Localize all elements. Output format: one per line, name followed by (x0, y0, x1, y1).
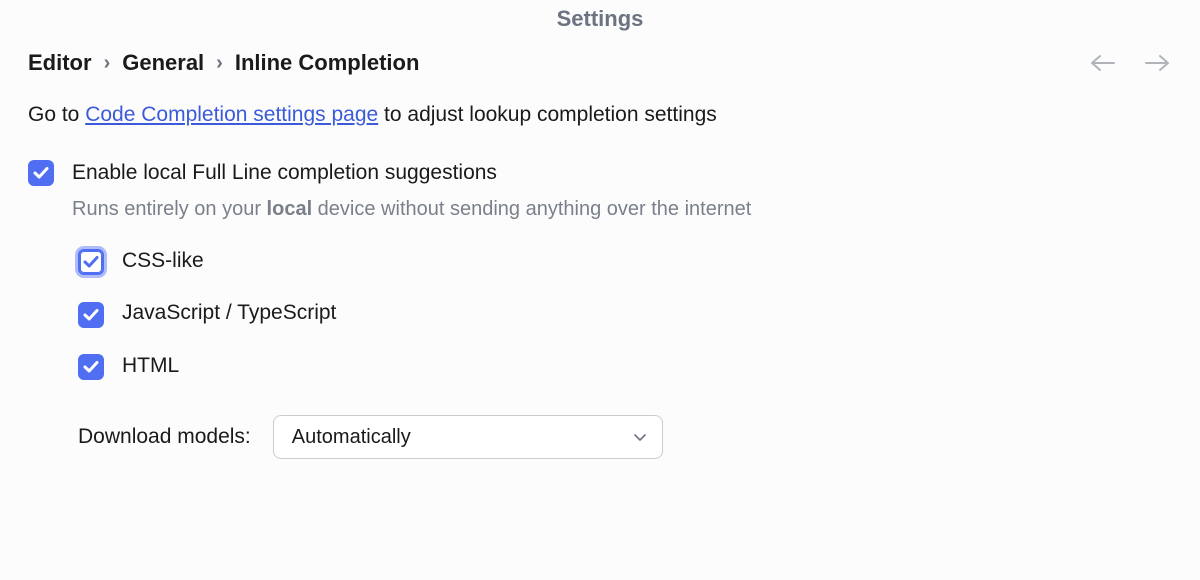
breadcrumb-general[interactable]: General (122, 50, 204, 76)
intro-text: Go to Code Completion settings page to a… (28, 100, 1172, 130)
back-arrow-icon[interactable] (1088, 53, 1116, 73)
download-models-label: Download models: (78, 422, 251, 452)
intro-suffix: to adjust lookup completion settings (378, 103, 717, 126)
lang-html-label: HTML (122, 351, 179, 381)
breadcrumb-separator: › (104, 52, 111, 75)
header-row: Editor › General › Inline Completion (0, 50, 1200, 100)
enable-fullline-row: Enable local Full Line completion sugges… (28, 158, 1172, 188)
breadcrumb-separator: › (216, 52, 223, 75)
download-models-value: Automatically (292, 423, 411, 452)
lang-js-row: JavaScript / TypeScript (78, 298, 1172, 328)
fullline-desc-prefix: Runs entirely on your (72, 198, 267, 220)
download-models-row: Download models: Automatically (78, 415, 1172, 459)
nav-arrows (1088, 53, 1172, 73)
lang-css-row: CSS-like (78, 246, 1172, 276)
forward-arrow-icon[interactable] (1144, 53, 1172, 73)
breadcrumb: Editor › General › Inline Completion (28, 50, 419, 76)
lang-js-checkbox[interactable] (78, 302, 104, 328)
content-area: Go to Code Completion settings page to a… (0, 100, 1200, 459)
language-checkboxes: CSS-like JavaScript / TypeScript HTML (78, 246, 1172, 381)
breadcrumb-editor[interactable]: Editor (28, 50, 92, 76)
chevron-down-icon (632, 429, 648, 445)
fullline-desc-suffix: device without sending anything over the… (312, 198, 751, 220)
download-models-select[interactable]: Automatically (273, 415, 663, 459)
fullline-description: Runs entirely on your local device witho… (72, 195, 1172, 224)
breadcrumb-inline-completion: Inline Completion (235, 50, 420, 76)
page-title: Settings (0, 0, 1200, 50)
lang-js-label: JavaScript / TypeScript (122, 298, 336, 328)
enable-fullline-checkbox[interactable] (28, 160, 54, 186)
enable-fullline-label: Enable local Full Line completion sugges… (72, 158, 497, 188)
intro-prefix: Go to (28, 103, 85, 126)
fullline-desc-bold: local (267, 198, 313, 220)
lang-css-label: CSS-like (122, 246, 204, 276)
lang-html-checkbox[interactable] (78, 354, 104, 380)
code-completion-settings-link[interactable]: Code Completion settings page (85, 103, 378, 126)
lang-html-row: HTML (78, 351, 1172, 381)
lang-css-checkbox[interactable] (78, 249, 104, 275)
